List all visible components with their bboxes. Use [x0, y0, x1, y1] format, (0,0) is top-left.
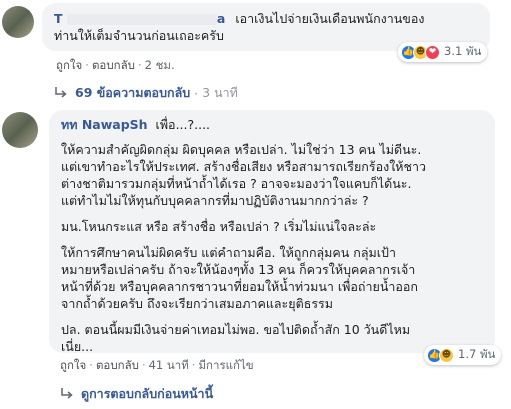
reaction-count: 1.7 พัน: [458, 347, 496, 361]
view-previous-replies-link[interactable]: ดูการตอบกลับก่อนหน้านี้: [60, 384, 213, 404]
comment-line: เนี่ย...: [61, 339, 94, 354]
reaction-summary[interactable]: 👍 ☻ ❤ 3.1 พัน: [398, 42, 488, 62]
reply-arrow-icon: [61, 388, 73, 399]
comment-actions: ถูกใจ · ตอบกลับ · 41 นาที · มีการแก้ไข: [60, 358, 254, 372]
comment-paragraph: ให้ความสำคัญผิดกลุ่ม ผิดบุคคล หรือเปล่า.…: [61, 141, 483, 209]
comment-paragraph: มน.โหนกระแส หรือ สร้างชื่อ หรือเปล่า ? เ…: [61, 218, 483, 235]
comment-paragraph: ให้การศึกษาคนไม่ผิดครับ แต่คำถามคือ. ให้…: [61, 244, 483, 312]
comment-line: แต่ทำไมไม่ให้ทุนกับบุคคลากรที่มาปฏิบัติง…: [61, 193, 369, 208]
comment-line: จากถ้ำด้วยครับ ถึงจะเรียกว่าเสมอภาคและยุ…: [61, 296, 334, 311]
reply-arrow-icon: [55, 87, 67, 98]
view-replies-link[interactable]: 69 ข้อความตอบกลับ · 3 นาที: [54, 83, 238, 103]
comment-line: หน้าที่ด้วย หรือบุคคลากรชาวนาที่ยอมให้น้…: [61, 279, 418, 294]
comment-line: แต่เขาทำอะไรให้ประเทศ. สร้างชื่อเสียง หร…: [61, 159, 427, 174]
reply-button[interactable]: ตอบกลับ: [92, 58, 135, 72]
comment-line: มน.โหนกระแส หรือ สร้างชื่อ หรือเปล่า ? เ…: [61, 219, 377, 234]
haha-icon: ☻: [439, 347, 454, 363]
replies-count-label[interactable]: 69 ข้อความตอบกลับ: [75, 83, 190, 103]
comment-line: ต่างชาติมารวมกลุ่มที่หน้าถ้ำได้เรอ ? อาจ…: [61, 176, 412, 191]
commenter-name[interactable]: ทท NawapSh: [61, 117, 148, 132]
reaction-summary[interactable]: 👍 ☻ 1.7 พัน: [424, 345, 502, 365]
comment-text: เอาเงินไปจ่ายเงินเดือนพนักงานของ: [235, 11, 425, 26]
timestamp[interactable]: 41 นาที: [149, 358, 189, 372]
like-button[interactable]: ถูกใจ: [60, 358, 86, 372]
comment-bubble: ทท NawapSh เพื่อ...?.... ให้ความสำคัญผิด…: [49, 110, 495, 355]
love-icon: ❤: [425, 44, 440, 60]
like-button[interactable]: ถูกใจ: [56, 58, 82, 72]
comment-paragraph: ปล. ตอนนี้ผมมีเงินจ่ายค่าเทอมไม่พอ. ขอไป…: [61, 321, 483, 355]
comment-text: เพื่อ...?....: [155, 117, 211, 132]
reaction-count: 3.1 พัน: [444, 44, 482, 58]
avatar[interactable]: [2, 6, 34, 38]
replies-time: 3 นาที: [202, 85, 238, 100]
comment-body: ให้ความสำคัญผิดกลุ่ม ผิดบุคคล หรือเปล่า.…: [61, 141, 483, 355]
edited-label[interactable]: มีการแก้ไข: [198, 358, 253, 372]
commenter-name[interactable]: T a: [54, 11, 225, 26]
comment-line: ปล. ตอนนี้ผมมีเงินจ่ายค่าเทอมไม่พอ. ขอไป…: [61, 322, 411, 337]
comment-line: หมายหรือเปล่าครับ ถ้าจะให้น้องๆทั้ง 13 ค…: [61, 262, 416, 277]
comment-line: ให้การศึกษาคนไม่ผิดครับ แต่คำถามคือ. ให้…: [61, 245, 396, 260]
timestamp[interactable]: 2 ชม.: [145, 58, 175, 72]
comment-line: ให้ความสำคัญผิดกลุ่ม ผิดบุคคล หรือเปล่า.…: [61, 142, 422, 157]
view-previous-replies-label[interactable]: ดูการตอบกลับก่อนหน้านี้: [81, 384, 213, 404]
avatar[interactable]: [2, 112, 38, 148]
reply-button[interactable]: ตอบกลับ: [96, 358, 139, 372]
comment-actions: ถูกใจ · ตอบกลับ · 2 ชม.: [56, 58, 175, 72]
